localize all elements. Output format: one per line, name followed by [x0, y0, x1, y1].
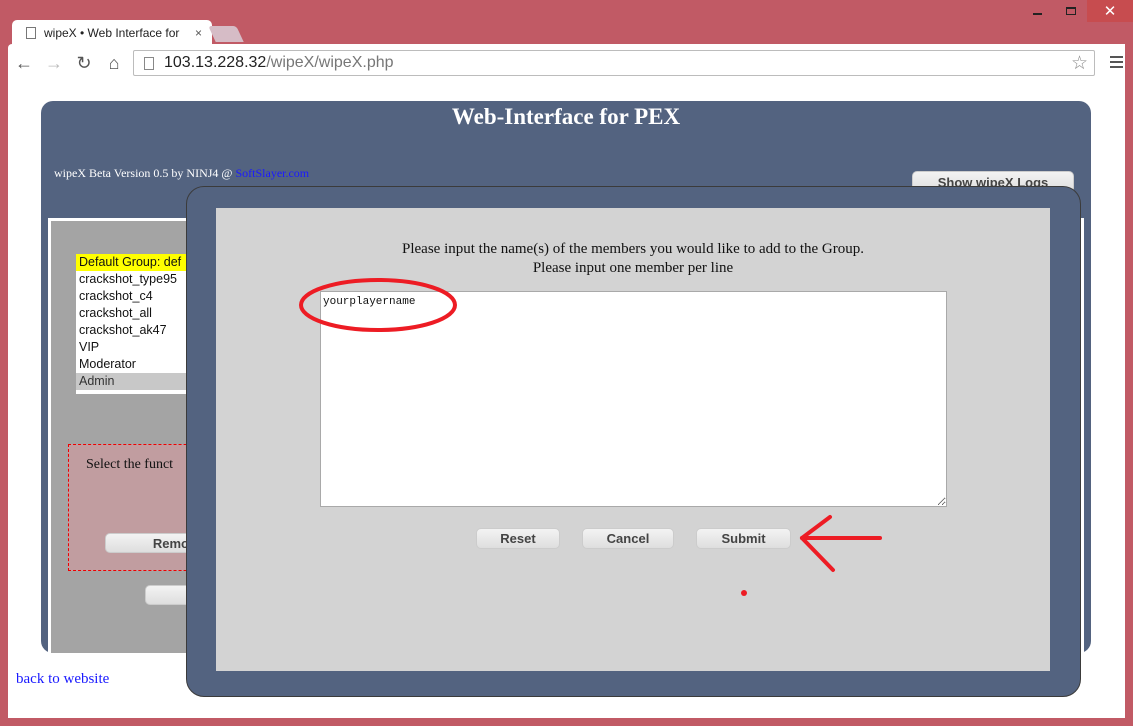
function-label: Select the funct: [86, 457, 174, 472]
version-text: wipeX Beta Version 0.5 by NINJ4 @ SoftSl…: [54, 166, 309, 181]
reload-icon: ↻: [76, 52, 92, 73]
close-icon: ✕: [1103, 3, 1117, 20]
reload-button[interactable]: ↻: [70, 49, 98, 77]
window-controls: ✕: [1021, 0, 1133, 22]
version-label: wipeX Beta Version 0.5 by NINJ4 @: [54, 166, 236, 180]
reset-button[interactable]: Reset: [476, 528, 560, 549]
page-title: Web-Interface for PEX: [451, 104, 681, 129]
forward-arrow-icon: →: [45, 52, 63, 73]
dialog-message: Please input the name(s) of the members …: [216, 240, 1050, 278]
minimize-button[interactable]: [1021, 0, 1054, 22]
dialog-message-line1: Please input the name(s) of the members …: [402, 241, 864, 257]
page-icon: [26, 27, 36, 39]
url-path: /wipeX/wipeX.php: [266, 54, 394, 71]
address-bar[interactable]: 103.13.228.32/wipeX/wipeX.php ☆: [133, 50, 1095, 76]
dialog-body: Please input the name(s) of the members …: [216, 208, 1050, 671]
page-viewport: Web-Interface for PEX wipeX Beta Version…: [8, 82, 1125, 718]
back-arrow-icon: ←: [15, 52, 33, 73]
browser-tab[interactable]: wipeX • Web Interface for ×: [12, 20, 212, 46]
dialog-message-line2: Please input one member per line: [532, 260, 734, 276]
bookmark-star-icon[interactable]: ☆: [1071, 52, 1088, 75]
menu-icon[interactable]: [1110, 56, 1123, 71]
tab-close-icon[interactable]: ×: [195, 26, 202, 40]
forward-button[interactable]: →: [40, 49, 68, 77]
cancel-button[interactable]: Cancel: [582, 528, 674, 549]
maximize-button[interactable]: [1054, 0, 1087, 22]
home-button[interactable]: ⌂: [100, 49, 128, 77]
page-icon: [144, 56, 154, 70]
members-textarea[interactable]: [320, 291, 947, 507]
maximize-icon: [1065, 7, 1076, 15]
softslayer-link[interactable]: SoftSlayer.com: [235, 166, 309, 180]
browser-toolbar: ← → ↻ ⌂ 103.13.228.32/wipeX/wipeX.php ☆: [8, 44, 1125, 82]
new-tab-button[interactable]: [208, 26, 244, 42]
add-members-dialog: Please input the name(s) of the members …: [186, 186, 1081, 697]
tab-title: wipeX • Web Interface for: [44, 26, 180, 40]
submit-button[interactable]: Submit: [696, 528, 791, 549]
back-button[interactable]: ←: [10, 49, 38, 77]
minimize-icon: [1033, 13, 1042, 15]
back-to-website-link[interactable]: back to website: [16, 671, 109, 688]
home-icon: ⌂: [108, 52, 120, 73]
url-host: 103.13.228.32: [164, 54, 267, 71]
close-window-button[interactable]: ✕: [1087, 0, 1133, 22]
